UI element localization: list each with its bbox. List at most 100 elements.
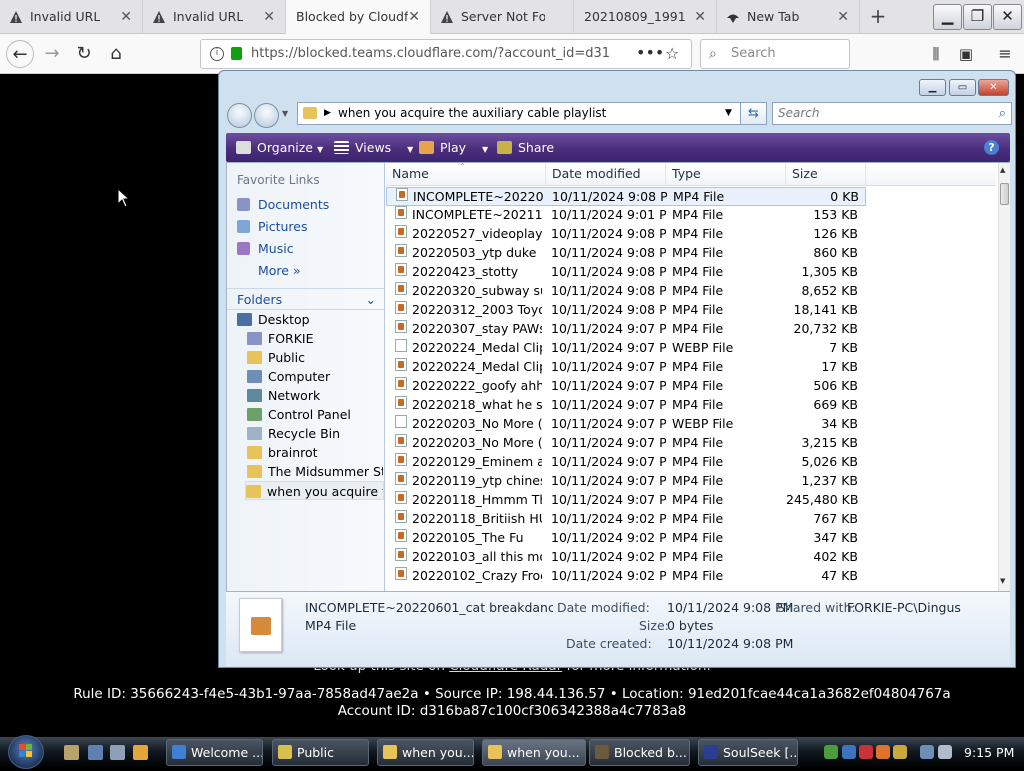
- close-tab-icon[interactable]: ✕: [837, 0, 849, 34]
- folders-heading[interactable]: Folders ⌄: [227, 288, 384, 310]
- close-tab-icon[interactable]: ✕: [120, 0, 132, 34]
- tray-app-icon[interactable]: [876, 745, 890, 759]
- taskbar-button-public[interactable]: Public: [272, 739, 369, 766]
- scrollbar-thumb[interactable]: [1000, 183, 1009, 205]
- file-row[interactable]: 20220118_Hmmm This... 10/11/2024 9:07 PM M…: [386, 491, 866, 510]
- tab-text-file[interactable]: 20210809_1991 Text ✕: [574, 0, 717, 34]
- organize-button[interactable]: Organize ▼: [236, 133, 323, 162]
- show-desktop-icon[interactable]: [88, 745, 103, 760]
- network-tray-icon[interactable]: [920, 745, 934, 759]
- quick-launch-app-icon[interactable]: [64, 745, 79, 760]
- file-row[interactable]: 20220423_stotty 10/11/2024 9:08 PM MP4 Fil…: [386, 263, 866, 282]
- tree-item-control-panel[interactable]: Control Panel: [247, 405, 383, 424]
- explorer-title-bar[interactable]: ▁ ▭ ✕: [219, 71, 1015, 103]
- tab-invalid-url-1[interactable]: Invalid URL ✕: [0, 0, 143, 34]
- breadcrumb-path[interactable]: when you acquire the auxiliary cable pla…: [338, 103, 606, 124]
- vertical-scrollbar[interactable]: ▲ ▼: [998, 163, 1010, 591]
- start-button[interactable]: [8, 735, 44, 769]
- home-icon[interactable]: ⌂: [102, 40, 130, 68]
- taskbar-button-firefox[interactable]: Blocked b...: [589, 739, 690, 766]
- column-header-date-modified[interactable]: Date modified: [546, 163, 666, 186]
- breadcrumb-arrow-icon[interactable]: ▶: [324, 103, 331, 124]
- tree-item-current-folder[interactable]: when you acquire the: [245, 481, 384, 500]
- help-icon[interactable]: ?: [984, 140, 999, 155]
- tray-app-icon[interactable]: [893, 745, 907, 759]
- file-row[interactable]: 20220118_Britiish HUm... 10/11/2024 9:02 …: [386, 510, 866, 529]
- tree-item-midsummer[interactable]: The Midsummer Stati: [247, 462, 383, 481]
- file-row[interactable]: INCOMPLETE~202111... 10/11/2024 9:01 PM MP…: [386, 206, 866, 225]
- restore-window-button[interactable]: ❐: [963, 4, 992, 30]
- share-button[interactable]: Share: [497, 133, 554, 162]
- tree-item-desktop[interactable]: Desktop: [237, 310, 383, 329]
- taskbar-clock[interactable]: 9:15 PM: [964, 737, 1014, 768]
- tree-item-computer[interactable]: Computer: [247, 367, 383, 386]
- file-row[interactable]: 20220218_what he sayi... 10/11/2024 9:07 …: [386, 396, 866, 415]
- refresh-icon[interactable]: ⇆: [740, 102, 767, 125]
- favorite-link-music[interactable]: Music: [237, 239, 294, 259]
- tab-server-not-found[interactable]: Server Not Found: [431, 0, 574, 34]
- file-row[interactable]: 20220320_subway surf... 10/11/2024 9:08 P…: [386, 282, 866, 301]
- tree-item-network[interactable]: Network: [247, 386, 383, 405]
- file-row[interactable]: 20220203_No More (Re... 10/11/2024 9:07 P…: [386, 415, 866, 434]
- play-button[interactable]: Play ▼: [419, 133, 488, 162]
- file-row[interactable]: 20220105_The Fu 10/11/2024 9:02 PM MP4 Fil…: [386, 529, 866, 548]
- back-icon[interactable]: ←: [6, 40, 34, 68]
- recent-pages-chevron-icon[interactable]: ▼: [282, 109, 288, 118]
- url-bar[interactable]: i https://blocked.teams.cloudflare.com/?…: [200, 39, 692, 69]
- file-row[interactable]: 20220307_stay PAWso... 10/11/2024 9:07 PM…: [386, 320, 866, 339]
- file-row[interactable]: 20220503_ytp duke 10/11/2024 9:08 PM MP4 F…: [386, 244, 866, 263]
- file-row[interactable]: 20220203_No More (Re... 10/11/2024 9:07 P…: [386, 434, 866, 453]
- volume-tray-icon[interactable]: [938, 745, 952, 759]
- tray-app-icon[interactable]: [842, 745, 856, 759]
- search-icon[interactable]: ⌕: [999, 103, 1006, 124]
- favorite-link-pictures[interactable]: Pictures: [237, 217, 308, 237]
- info-icon[interactable]: i: [210, 47, 224, 61]
- url-text[interactable]: https://blocked.teams.cloudflare.com/?ac…: [251, 40, 611, 68]
- explorer-minimize-button[interactable]: ▁: [919, 79, 946, 96]
- file-row[interactable]: 20220102_Crazy Frog A... 10/11/2024 9:02 …: [386, 567, 866, 586]
- media-player-icon[interactable]: [133, 745, 148, 760]
- tab-blocked-by-cloudflare[interactable]: Blocked by Cloudfla ✕: [286, 0, 431, 35]
- file-row[interactable]: 20220312_2003 Toyota ... 10/11/2024 9:08 …: [386, 301, 866, 320]
- scroll-down-icon[interactable]: ▼: [1000, 577, 1005, 585]
- minimize-window-button[interactable]: ▁: [933, 4, 962, 30]
- file-row[interactable]: 20220103_all this mone... 10/11/2024 9:02…: [386, 548, 866, 567]
- file-row[interactable]: 20220527_videoplayback 10/11/2024 9:08 PM…: [386, 225, 866, 244]
- explorer-search-input[interactable]: Search ⌕: [772, 102, 1012, 125]
- switch-windows-icon[interactable]: [110, 745, 125, 760]
- file-row[interactable]: 20220224_Medal Clip S... 10/11/2024 9:07 …: [386, 339, 866, 358]
- views-button[interactable]: Views ▼: [334, 133, 413, 162]
- taskbar-button-soulseek[interactable]: SoulSeek [...: [698, 739, 798, 766]
- file-row[interactable]: 20220222_goofy ahh s... 10/11/2024 9:07 P…: [386, 377, 866, 396]
- tab-new-tab[interactable]: New Tab ✕: [717, 0, 860, 34]
- close-tab-icon[interactable]: ✕: [694, 0, 706, 34]
- file-row[interactable]: 20220119_ytp chinese hl 10/11/2024 9:07 P…: [386, 472, 866, 491]
- file-row[interactable]: 20220129_Eminem at F... 10/11/2024 9:07 P…: [386, 453, 866, 472]
- new-tab-button[interactable]: +: [866, 0, 890, 34]
- column-header-type[interactable]: Type: [666, 163, 786, 186]
- menu-icon[interactable]: ≡: [991, 40, 1019, 68]
- favorite-link-more[interactable]: More »: [258, 261, 301, 281]
- tray-security-icon[interactable]: [859, 745, 873, 759]
- column-header-name[interactable]: Name ⌃: [386, 162, 546, 186]
- library-icon[interactable]: ⫼: [922, 40, 950, 68]
- address-dropdown-icon[interactable]: ▼: [725, 103, 732, 124]
- tree-item-public[interactable]: Public: [247, 348, 383, 367]
- tray-app-icon[interactable]: [824, 745, 838, 759]
- sidebar-icon[interactable]: ▣: [952, 40, 980, 68]
- back-icon[interactable]: [227, 103, 252, 128]
- taskbar-button-folder-2[interactable]: when you...: [482, 739, 586, 766]
- file-row[interactable]: INCOMPLETE~202206... 10/11/2024 9:08 PM MP…: [386, 187, 866, 206]
- forward-icon[interactable]: →: [38, 40, 66, 68]
- folders-collapse-chevron-icon[interactable]: ⌄: [366, 289, 376, 311]
- close-tab-icon[interactable]: ✕: [263, 0, 275, 34]
- tree-item-forkie[interactable]: FORKIE: [247, 329, 383, 348]
- close-window-button[interactable]: ✕: [993, 4, 1022, 30]
- taskbar-button-welcome[interactable]: Welcome ...: [166, 739, 263, 766]
- tree-item-recycle-bin[interactable]: Recycle Bin: [247, 424, 383, 443]
- file-row[interactable]: 20220224_Medal Clip S... 10/11/2024 9:07 …: [386, 358, 866, 377]
- forward-icon[interactable]: [254, 103, 279, 128]
- scroll-up-icon[interactable]: ▲: [1000, 166, 1005, 174]
- explorer-address-bar[interactable]: ▶ when you acquire the auxiliary cable p…: [297, 102, 765, 125]
- tree-item-brainrot[interactable]: brainrot: [247, 443, 383, 462]
